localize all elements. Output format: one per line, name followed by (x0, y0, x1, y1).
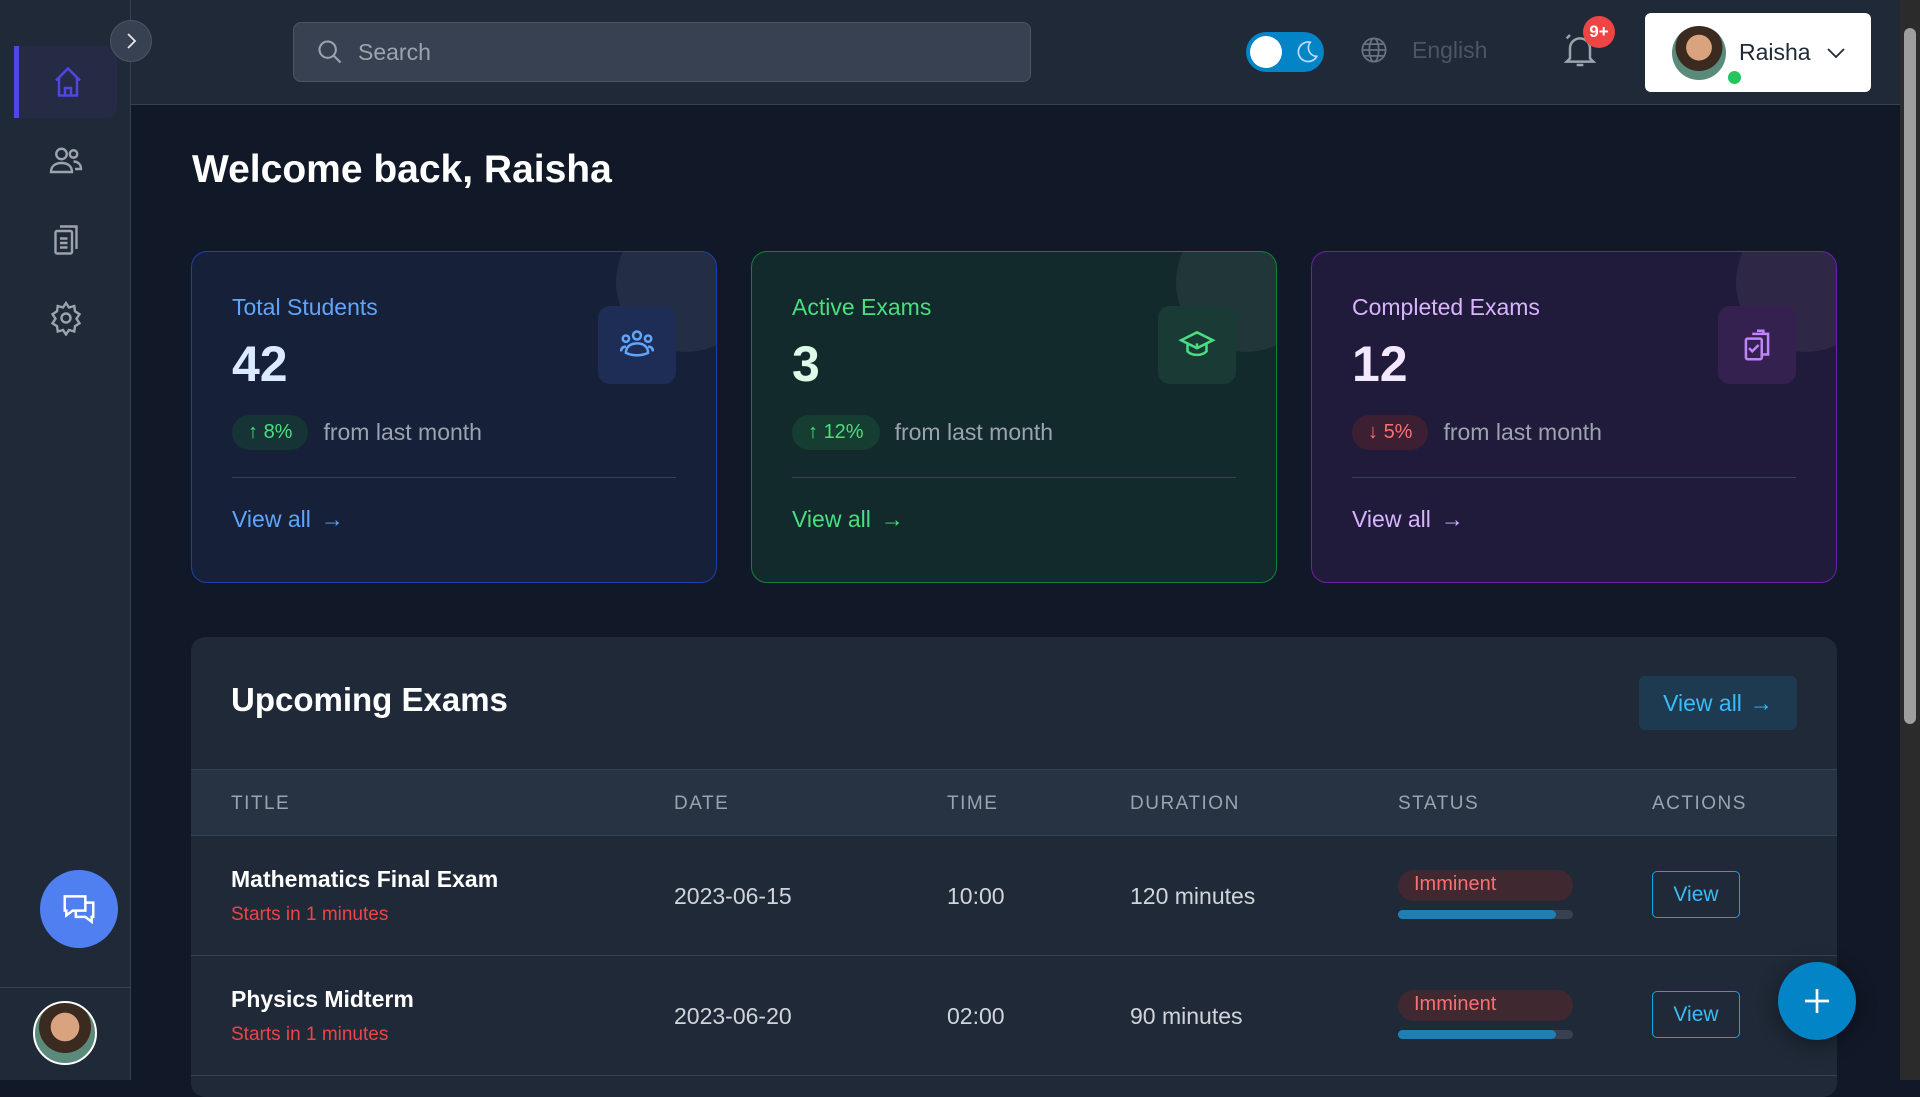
card-icon-box (1158, 306, 1236, 384)
search-placeholder: Search (358, 38, 431, 65)
view-all-link[interactable]: View all → (232, 506, 676, 533)
moon-icon (1297, 41, 1319, 63)
home-icon (55, 66, 81, 97)
card-icon-box (598, 306, 676, 384)
chevron-right-icon (127, 33, 137, 49)
trend-value: 8% (263, 421, 293, 443)
clipboard-check-icon (1744, 329, 1770, 361)
card-active-exams: Active Exams 3 ↑ 12% from last month View… (751, 251, 1277, 583)
exam-countdown: Starts in 1 minutes (231, 1024, 389, 1045)
theme-toggle[interactable] (1246, 32, 1324, 72)
table-row: Mathematics Final Exam Starts in 1 minut… (191, 836, 1837, 956)
search-icon (318, 40, 342, 64)
user-name: Raisha (1739, 39, 1811, 65)
toggle-knob (1250, 36, 1282, 68)
status-badge: Imminent (1398, 990, 1573, 1021)
arrow-right-icon: → (320, 506, 344, 532)
users-icon (49, 147, 82, 174)
exam-date: 2023-06-20 (674, 1003, 792, 1029)
exam-time: 02:00 (947, 1003, 1005, 1029)
trend-badge: ↓ 5% (1352, 415, 1429, 450)
exam-title: Mathematics Final Exam (231, 866, 499, 892)
column-header-time: TIME (947, 793, 999, 814)
users-group-icon (619, 330, 655, 357)
language-selector[interactable]: English (1360, 36, 1487, 64)
trend-text: from last month (323, 419, 482, 445)
chat-button[interactable] (40, 870, 118, 948)
arrow-right-icon: → (880, 506, 904, 532)
view-all-link[interactable]: View all → (792, 506, 1236, 533)
globe-icon (1361, 37, 1387, 63)
arrow-right-icon: → (1749, 689, 1773, 716)
exam-duration: 120 minutes (1130, 883, 1256, 909)
exam-countdown: Starts in 1 minutes (231, 904, 389, 925)
add-exam-button[interactable] (1778, 962, 1856, 1040)
user-avatar-header (1672, 25, 1726, 80)
sidebar-footer (0, 987, 131, 1080)
chevron-down-icon (1826, 47, 1845, 58)
trend-text: from last month (1443, 419, 1602, 445)
sidebar-item-settings[interactable] (14, 282, 117, 354)
trend-badge: ↑ 8% (232, 415, 309, 450)
arrow-right-icon: → (1440, 506, 1464, 532)
card-total-students: Total Students 42 ↑ 8% from last month Vi… (191, 251, 717, 583)
plus-icon (1805, 989, 1829, 1013)
trend-text: from last month (894, 419, 1054, 445)
status-badge: Imminent (1398, 870, 1573, 901)
upcoming-exams-panel: Upcoming Exams View all → TITLE DATE TIME… (191, 637, 1837, 1097)
progress-fill (1398, 1030, 1556, 1039)
online-indicator (1728, 71, 1741, 84)
exam-title: Physics Midterm (231, 986, 414, 1012)
scrollbar-thumb[interactable] (1904, 28, 1916, 724)
card-completed-exams: Completed Exams 12 ↓ 5% from last month V… (1311, 251, 1837, 583)
view-all-label: View all (232, 506, 311, 532)
view-all-label: View all (1352, 506, 1431, 532)
user-menu[interactable]: Raisha (1645, 13, 1871, 92)
section-title: Upcoming Exams (231, 681, 508, 718)
chat-icon (63, 895, 95, 925)
exam-duration: 90 minutes (1130, 1003, 1243, 1029)
user-avatar[interactable] (33, 1001, 97, 1065)
notification-badge: 9+ (1583, 16, 1615, 48)
sidebar-item-exams[interactable] (14, 204, 117, 276)
column-header-actions: ACTIONS (1652, 793, 1747, 814)
search-input[interactable]: Search (293, 22, 1031, 82)
clipboard-icon (53, 225, 78, 255)
page-title: Welcome back, Raisha (192, 148, 612, 191)
view-all-label: View all (1663, 689, 1742, 716)
page-scrollbar[interactable] (1900, 0, 1920, 1080)
view-all-link[interactable]: View all → (1352, 506, 1796, 533)
expand-sidebar-button[interactable] (110, 20, 152, 62)
table-header: TITLE DATE TIME DURATION STATUS ACTIONS (191, 769, 1837, 836)
view-all-label: View all (792, 506, 871, 532)
trend-badge: ↑ 12% (792, 415, 880, 450)
table-row: Physics Midterm Starts in 1 minutes 2023… (191, 956, 1837, 1076)
status-progress-bar (1398, 1030, 1573, 1039)
column-header-date: DATE (674, 793, 730, 814)
graduation-cap-icon (1178, 330, 1216, 357)
exam-time: 10:00 (947, 883, 1005, 909)
status-progress-bar (1398, 910, 1573, 919)
trend-value: 12% (823, 421, 864, 443)
card-icon-box (1718, 306, 1796, 384)
view-all-exams-button[interactable]: View all → (1639, 676, 1797, 730)
divider (792, 477, 1236, 478)
gear-icon (50, 300, 81, 336)
divider (232, 477, 676, 478)
exam-date: 2023-06-15 (674, 883, 792, 909)
trend-value: 5% (1383, 421, 1413, 443)
sidebar-item-users[interactable] (14, 124, 117, 196)
progress-fill (1398, 910, 1556, 919)
column-header-status: STATUS (1398, 793, 1480, 814)
sidebar-item-home[interactable] (14, 46, 117, 118)
column-header-title: TITLE (231, 793, 291, 814)
sidebar (0, 0, 131, 1080)
view-exam-button[interactable]: View (1652, 991, 1740, 1038)
language-label: English (1412, 36, 1488, 63)
column-header-duration: DURATION (1130, 793, 1240, 814)
view-exam-button[interactable]: View (1652, 871, 1740, 918)
divider (1352, 477, 1796, 478)
